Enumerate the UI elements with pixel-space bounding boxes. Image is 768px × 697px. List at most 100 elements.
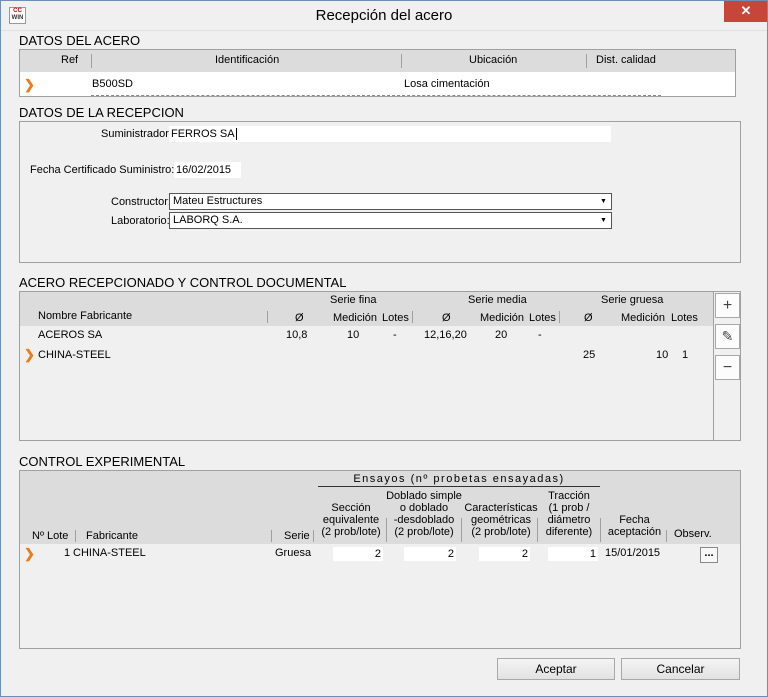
window-title: Recepción del acero	[315, 7, 453, 24]
datos-acero-grid: Ref Identificación Ubicación Dist. calid…	[19, 49, 736, 97]
observ-button[interactable]: ...	[700, 547, 718, 563]
row-selector-arrow-icon: ❯	[24, 347, 35, 362]
col-divider	[75, 530, 76, 542]
datos-recepcion-panel: Suministrador: FERROS SA Fecha Certifica…	[19, 121, 741, 263]
col-ubicacion: Ubicación	[469, 54, 518, 66]
suministrador-value: FERROS SA	[171, 128, 235, 140]
col-seccion-line3: (2 prob/lote)	[321, 526, 381, 538]
col-gruesa-lotes: Lotes	[671, 312, 698, 324]
fina-medicion-cell[interactable]: 10	[347, 329, 359, 341]
chevron-down-icon[interactable]: ▼	[597, 214, 610, 227]
col-seccion: Sección equivalente (2 prob/lote)	[316, 502, 386, 538]
constructor-label: Constructor:	[111, 196, 171, 208]
col-seccion-line1: Sección	[331, 502, 371, 514]
col-traccion-line4: diferente)	[545, 526, 593, 538]
acero-identificacion[interactable]: B500SD	[92, 78, 133, 90]
media-medicion-cell[interactable]: 20	[495, 329, 507, 341]
col-divider	[401, 54, 402, 68]
col-divider	[313, 530, 314, 542]
row-divider	[91, 95, 661, 96]
doblado-input[interactable]: 2	[404, 547, 456, 561]
edit-pencil-icon[interactable]: ✎	[715, 324, 740, 349]
serie-cell[interactable]: Gruesa	[275, 547, 311, 559]
col-doblado: Doblado simple o doblado -desdoblado (2 …	[384, 490, 464, 538]
gruesa-lotes-cell[interactable]: 1	[682, 349, 688, 361]
media-lotes-cell[interactable]: -	[538, 329, 542, 341]
constructor-select[interactable]: Mateu Estructures ▼	[169, 193, 612, 210]
group-serie-gruesa: Serie gruesa	[601, 294, 664, 306]
fecha-aceptacion-cell[interactable]: 15/01/2015	[605, 547, 660, 559]
col-doblado-line3: -desdoblado	[393, 514, 455, 526]
chevron-down-icon[interactable]: ▼	[597, 195, 610, 208]
col-gruesa-medicion: Medición	[621, 312, 666, 324]
fina-diametro-cell[interactable]: 10,8	[286, 329, 307, 341]
gruesa-medicion-cell[interactable]: 10	[656, 349, 668, 361]
fabricante-cell[interactable]: CHINA-STEEL	[73, 547, 146, 559]
add-button[interactable]: +	[715, 293, 740, 318]
acero-recepcionado-label: ACERO RECEPCIONADO Y CONTROL DOCUMENTAL	[19, 275, 347, 290]
col-fecha-line1: Fecha	[619, 514, 650, 526]
col-divider	[461, 518, 462, 542]
col-fina-medicion: Medición	[333, 312, 378, 324]
col-lote: Nº Lote	[32, 530, 69, 542]
group-serie-fina: Serie fina	[330, 294, 377, 306]
title-bar: CC WIN Recepción del acero ✕	[0, 0, 768, 31]
fina-lotes-cell[interactable]: -	[393, 329, 397, 341]
col-caracteristicas: Características geométricas (2 prob/lote…	[463, 502, 539, 538]
caracteristicas-input[interactable]: 2	[479, 547, 530, 561]
row-selector-arrow-icon: ❯	[24, 546, 35, 561]
col-traccion-line1: Tracción	[548, 490, 590, 502]
accept-button[interactable]: Aceptar	[497, 658, 615, 680]
col-divider	[559, 311, 560, 323]
col-nombre-fabricante: Nombre Fabricante	[38, 310, 133, 322]
acero-recepcionado-grid: Serie fina Serie media Serie gruesa Nomb…	[19, 291, 714, 441]
row-selector-arrow-icon: ❯	[24, 77, 35, 92]
col-media-lotes: Lotes	[529, 312, 556, 324]
col-dist-calidad: Dist. calidad	[596, 54, 656, 66]
col-media-medicion: Medición	[480, 312, 525, 324]
control-experimental-label: CONTROL EXPERIMENTAL	[19, 454, 186, 469]
datos-recepcion-label: DATOS DE LA RECEPCION	[19, 105, 184, 120]
group-serie-media: Serie media	[468, 294, 527, 306]
col-traccion-line2: (1 prob /	[548, 502, 590, 514]
col-doblado-line4: (2 prob/lote)	[394, 526, 454, 538]
col-traccion: Tracción (1 prob / diámetro diferente)	[537, 490, 601, 538]
close-button[interactable]: ✕	[724, 0, 768, 22]
datos-acero-label: DATOS DEL ACERO	[19, 33, 141, 48]
suministrador-label: Suministrador:	[101, 128, 172, 140]
col-doblado-line2: o doblado	[399, 502, 449, 514]
fabricante-cell[interactable]: ACEROS SA	[38, 329, 102, 341]
col-divider	[666, 530, 667, 542]
fabricante-cell[interactable]: CHINA-STEEL	[38, 349, 111, 361]
col-ref: Ref	[61, 54, 79, 66]
remove-button[interactable]: −	[715, 355, 740, 380]
fecha-input[interactable]: 16/02/2015	[174, 162, 241, 178]
col-gruesa-diametro: Ø	[584, 312, 593, 324]
cancel-button[interactable]: Cancelar	[621, 658, 740, 680]
laboratorio-select[interactable]: LABORQ S.A. ▼	[169, 212, 612, 229]
acero-ubicacion[interactable]: Losa cimentación	[404, 78, 490, 90]
col-observ: Observ.	[674, 528, 712, 540]
laboratorio-value: LABORQ S.A.	[173, 214, 243, 226]
fecha-label: Fecha Certificado Suministro:	[30, 164, 175, 176]
col-divider	[91, 54, 92, 68]
col-divider	[271, 530, 272, 542]
control-experimental-grid: Ensayos (nº probetas ensayadas) Nº Lote …	[19, 470, 741, 649]
seccion-input[interactable]: 2	[333, 547, 383, 561]
col-fecha: Fecha aceptación	[601, 514, 668, 538]
lote-cell[interactable]: 1	[64, 547, 70, 559]
gruesa-diametro-cell[interactable]: 25	[583, 349, 595, 361]
laboratorio-label: Laboratorio:	[111, 215, 170, 227]
col-fabricante: Fabricante	[86, 530, 138, 542]
col-divider	[586, 54, 587, 68]
suministrador-input[interactable]: FERROS SA	[169, 126, 611, 142]
col-caracteristicas-line3: (2 prob/lote)	[471, 526, 531, 538]
col-serie: Serie	[284, 530, 310, 542]
col-identificacion: Identificación	[215, 54, 280, 66]
col-doblado-line1: Doblado simple	[386, 490, 462, 502]
ensayos-header: Ensayos (nº probetas ensayadas)	[353, 473, 565, 485]
media-diametro-cell[interactable]: 12,16,20	[424, 329, 467, 341]
constructor-value: Mateu Estructures	[173, 195, 263, 207]
ensayos-underline	[318, 486, 600, 487]
traccion-input[interactable]: 1	[548, 547, 598, 561]
